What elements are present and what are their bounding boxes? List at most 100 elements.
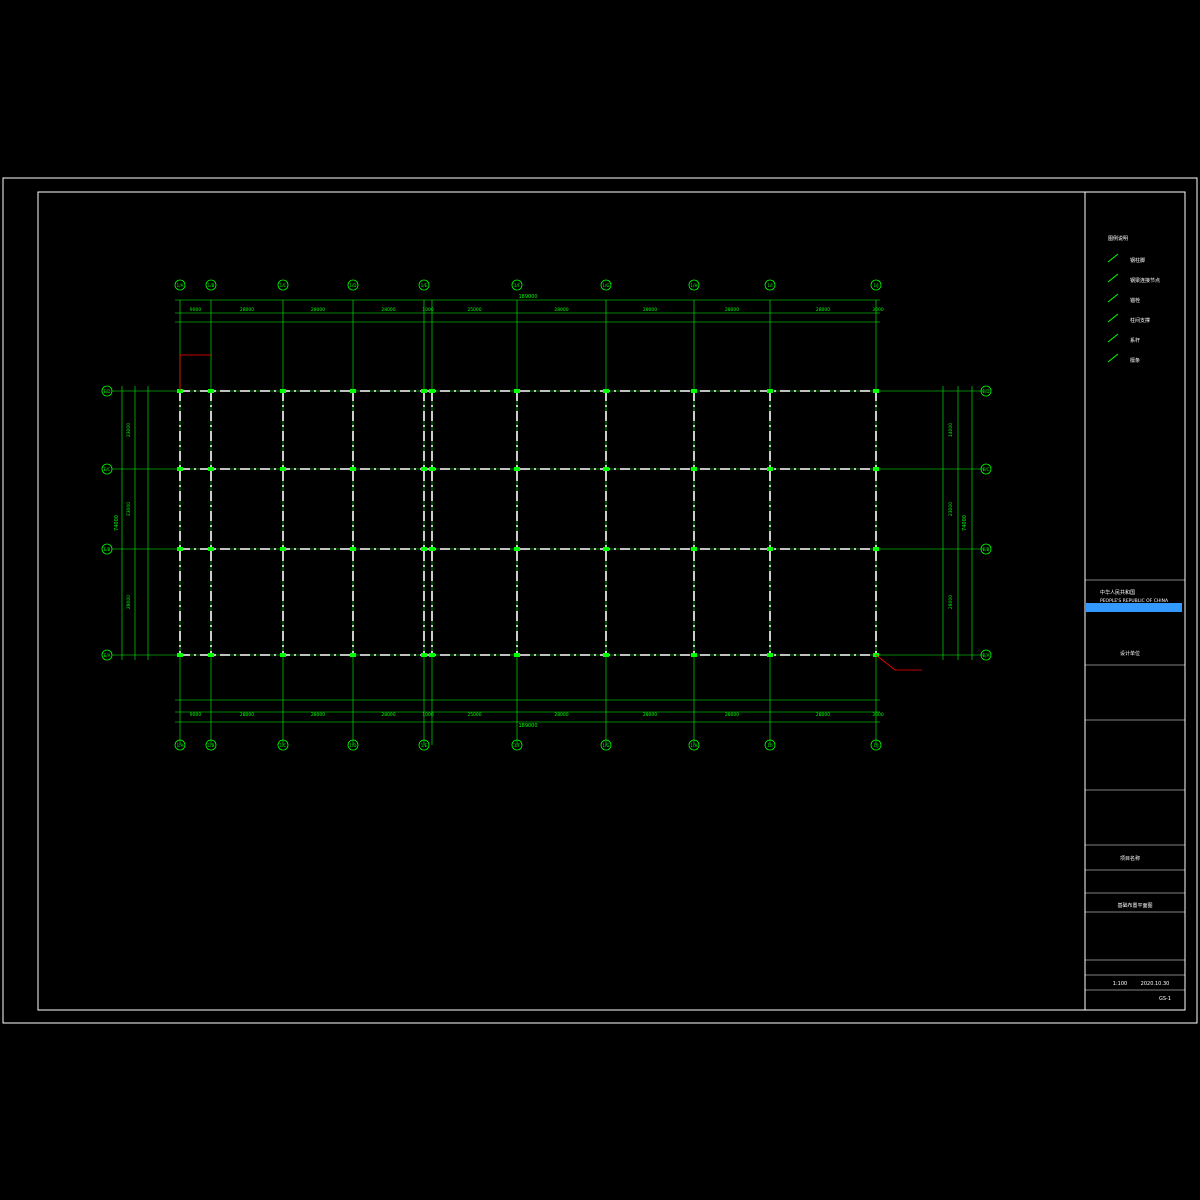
dimension-text-bottom: 28000	[381, 712, 395, 718]
legend-symbol	[1107, 253, 1119, 263]
column-marker	[350, 467, 356, 471]
designer: 设计单位	[1120, 650, 1140, 657]
column-marker	[514, 547, 520, 551]
column-marker	[691, 547, 697, 551]
legend-symbol	[1107, 353, 1119, 363]
column-marker	[767, 547, 773, 551]
dimension-text-top: 28000	[381, 307, 395, 313]
column-marker	[421, 653, 427, 657]
axis-label: 1/H	[691, 743, 698, 748]
project-label: 项目名称	[1120, 855, 1140, 862]
dimension-text-left: 23000	[126, 502, 132, 516]
axis-label: 1/G	[603, 283, 610, 288]
axis-label: 1/A	[177, 283, 184, 288]
dimension-text-bottom: 28000	[643, 712, 657, 718]
axis-label: 1/E	[421, 743, 428, 748]
axis-label: E/A	[983, 653, 990, 658]
dimension-total-right: 74000	[962, 515, 968, 531]
column-marker	[603, 547, 609, 551]
dimension-text-bottom: 28000	[240, 712, 254, 718]
red-leader	[875, 654, 896, 671]
column-marker	[280, 467, 286, 471]
column-marker	[767, 467, 773, 471]
axis-label: 1/J	[873, 283, 878, 288]
axis-label: 1/F	[514, 743, 521, 748]
dimension-text-bottom: 1000	[422, 712, 434, 718]
dimension-text-top: 1000	[422, 307, 434, 313]
axis-label: 1/D	[350, 283, 357, 288]
dimension-text-left: 23000	[126, 423, 132, 437]
dimension-total-top: 189000	[518, 294, 537, 300]
drawing-date: 2020.10.30	[1141, 981, 1170, 987]
column-marker	[280, 389, 286, 393]
outer-frame	[2, 177, 1198, 1024]
axis-label: E/B	[983, 547, 990, 552]
dimension-text-top: 28000	[816, 307, 830, 313]
company-cn: 中华人民共和国	[1100, 589, 1135, 596]
column-marker	[177, 547, 183, 551]
column-marker	[873, 547, 879, 551]
axis-label: 1/F	[514, 283, 521, 288]
company-logo	[1086, 603, 1182, 612]
column-marker	[767, 389, 773, 393]
column-marker	[514, 653, 520, 657]
column-marker	[873, 467, 879, 471]
column-marker	[429, 467, 435, 471]
dimension-text-bottom: 9000	[190, 712, 202, 718]
dimension-text-bottom: 28000	[725, 712, 739, 718]
legend-symbol	[1107, 313, 1119, 323]
legend-item: 系杆	[1130, 337, 1140, 344]
column-marker	[429, 653, 435, 657]
sheet-number: GS-1	[1159, 996, 1171, 1002]
inner-frame	[37, 191, 1186, 1011]
dimension-text-right: 14000	[948, 423, 954, 437]
axis-label: 1/E	[421, 283, 428, 288]
axis-label: E/C	[104, 467, 111, 472]
dimension-text-left: 28000	[126, 595, 132, 609]
dimension-text-top: 3000	[872, 307, 884, 313]
dimension-text-bottom: 25000	[467, 712, 481, 718]
legend-item: 锚栓	[1130, 297, 1140, 304]
dimension-text-top: 9000	[190, 307, 202, 313]
column-marker	[603, 467, 609, 471]
dimension-text-right: 28000	[948, 595, 954, 609]
axis-label: 1/D	[350, 743, 357, 748]
column-marker	[350, 389, 356, 393]
column-marker	[280, 653, 286, 657]
column-marker	[421, 389, 427, 393]
column-marker	[429, 547, 435, 551]
legend-item: 钢梁连接节点	[1130, 277, 1160, 284]
column-marker	[421, 467, 427, 471]
legend: 图例说明	[1108, 235, 1128, 242]
dimension-text-top: 25000	[467, 307, 481, 313]
dimension-text-top: 28000	[643, 307, 657, 313]
drawing-title: 基础布置平面图	[1117, 902, 1152, 909]
column-marker	[603, 653, 609, 657]
dimension-text-bottom: 28000	[554, 712, 568, 718]
column-marker	[208, 467, 214, 471]
axis-label: 1/A	[177, 743, 184, 748]
legend-symbol	[1107, 293, 1119, 303]
axis-label: 1/H	[691, 283, 698, 288]
dimension-total-left: 74000	[114, 515, 120, 531]
dimension-total-bottom: 189000	[518, 723, 537, 729]
column-marker	[514, 389, 520, 393]
legend-item: 钢柱脚	[1130, 257, 1145, 264]
axis-label: 1/I	[767, 743, 772, 748]
column-marker	[280, 547, 286, 551]
axis-label: E/A	[104, 653, 111, 658]
axis-label: 1/B	[208, 283, 215, 288]
column-marker	[429, 389, 435, 393]
drawing-sheet: 1/A 1/A 1/B 1/B 1/C 1/C 1/D 1/D 1/E 1/E 1/F 1/F 1/G 1…	[2, 177, 1198, 1024]
dimension-text-top: 28000	[725, 307, 739, 313]
title-block: 中华人民共和国PEOPLE'S REPUBLIC OF CHINA设计单位项目名…	[1085, 253, 1185, 1002]
legend-symbol	[1107, 333, 1119, 343]
column-marker	[177, 653, 183, 657]
dimension-text-top: 28000	[554, 307, 568, 313]
axis-label: 1/C	[280, 743, 287, 748]
column-marker	[767, 653, 773, 657]
column-marker	[873, 389, 879, 393]
legend-title: 图例说明	[1108, 235, 1128, 242]
column-marker	[691, 467, 697, 471]
axis-label: E/D	[104, 389, 111, 394]
